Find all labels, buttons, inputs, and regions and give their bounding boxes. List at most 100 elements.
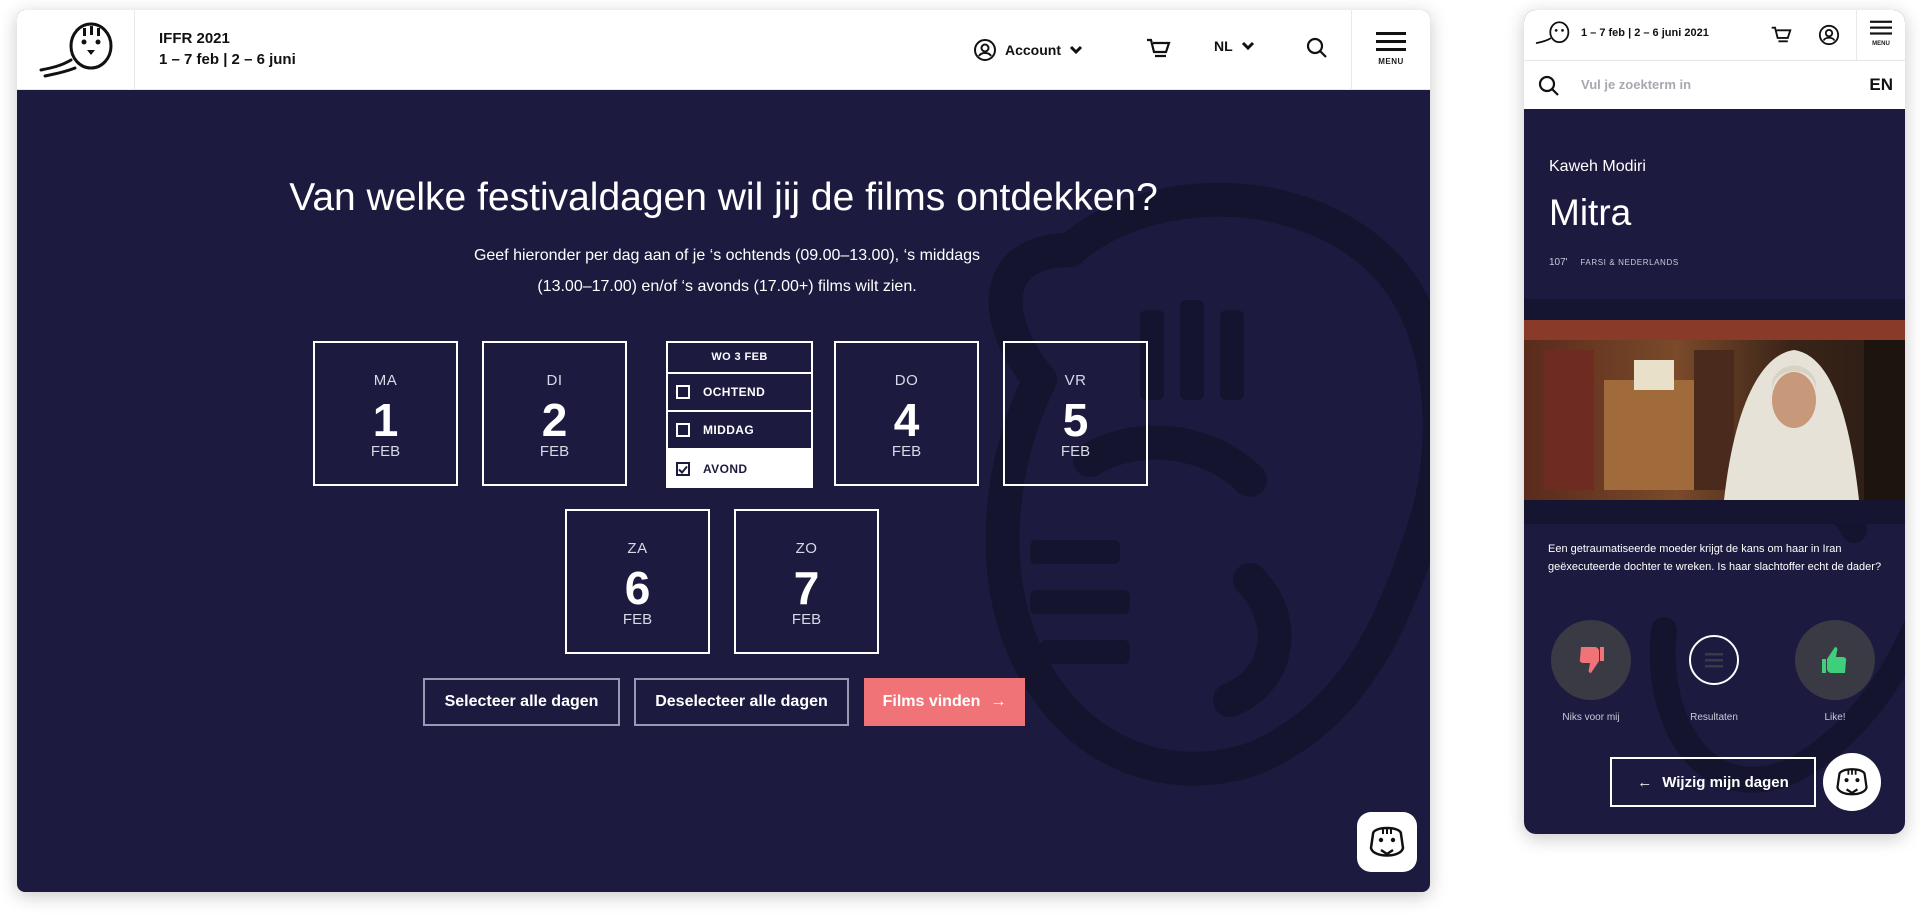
account-menu[interactable]: Account [973,38,1083,62]
day-month: FEB [791,611,822,628]
tiger-logo-icon [39,22,113,78]
day-month: FEB [891,443,922,460]
day-number: 6 [624,562,651,614]
mobile-screen: 1 – 7 feb | 2 – 6 juni 2021 MENU Vul je … [1524,10,1905,834]
page-subtitle: Geef hieronder per dag aan of je ‘s ocht… [377,240,1077,302]
day-tile-vr[interactable]: VR 5 FEB [1003,341,1148,486]
day-name: ZA [627,540,648,557]
results-button[interactable] [1674,620,1754,700]
user-icon [974,39,996,61]
day-header[interactable]: WO 3 FEB [668,343,811,374]
day-tile-zo[interactable]: ZO 7 FEB [734,509,879,654]
deselect-all-button[interactable]: Deselecteer alle dagen [634,678,849,726]
button-label: Selecteer alle dagen [444,693,599,710]
user-icon[interactable] [1818,24,1840,46]
day-month: FEB [370,443,401,460]
tiger-chat-button[interactable] [1357,812,1417,872]
day-number: 4 [893,394,920,446]
day-name: ZO [795,540,818,557]
tiger-face-icon [1369,826,1405,857]
slot-avond[interactable]: AVOND [668,450,811,488]
film-still-image [1524,320,1905,500]
day-month: FEB [622,611,653,628]
menu-button[interactable]: MENU [1856,10,1905,60]
day-month: FEB [1060,443,1091,460]
menu-label: MENU [1378,57,1404,66]
hamburger-icon [1870,20,1892,35]
top-navigation: IFFR 2021 1 – 7 feb | 2 – 6 juni Account… [17,10,1430,90]
iffr-logo[interactable] [17,10,135,89]
cart-button[interactable] [1145,37,1171,59]
select-all-button[interactable]: Selecteer alle dagen [423,678,620,726]
language-switch[interactable]: NL [1214,38,1255,54]
desktop-screen: IFFR 2021 1 – 7 feb | 2 – 6 juni Account… [17,10,1430,892]
like-button[interactable] [1795,620,1875,700]
film-description: Een getraumatiseerde moeder krijgt de ka… [1548,543,1882,573]
day-tile-wo-expanded: WO 3 FEB OCHTEND MIDDAG AVOND [666,341,813,488]
festival-dates: 1 – 7 feb | 2 – 6 juni [159,51,296,68]
film-director: Kaweh Modiri [1549,158,1646,175]
film-languages: FARSI & NEDERLANDS [1580,258,1679,267]
dislike-action[interactable]: Niks voor mij [1551,620,1631,723]
checkbox[interactable] [676,423,690,437]
button-label: Wijzig mijn dagen [1662,773,1789,791]
button-label: Deselecteer alle dagen [655,693,828,710]
slot-middag[interactable]: MIDDAG [668,412,811,450]
slot-ochtend[interactable]: OCHTEND [668,374,811,412]
cart-icon [1147,38,1171,58]
day-number: 2 [541,394,568,446]
language-label: NL [1214,38,1233,54]
hamburger-icon [1376,32,1406,51]
search-icon [1306,37,1327,58]
film-title: Mitra [1549,192,1632,233]
mobile-top-navigation: 1 – 7 feb | 2 – 6 juni 2021 MENU [1524,10,1905,61]
day-number: 1 [372,394,399,446]
festival-title: IFFR 2021 1 – 7 feb | 2 – 6 juni [159,28,296,70]
day-name: VR [1064,372,1087,389]
day-tile-ma[interactable]: MA 1 FEB [313,341,458,486]
film-duration: 107' [1549,257,1568,268]
day-name: MA [373,372,398,389]
slot-label: OCHTEND [703,385,766,399]
search-bar[interactable]: Vul je zoekterm in EN [1524,61,1905,109]
search-button[interactable] [1306,37,1328,59]
festival-dates: 1 – 7 feb | 2 – 6 juni 2021 [1581,27,1709,39]
language-switch[interactable]: EN [1869,75,1893,95]
slot-label: MIDDAG [703,423,755,437]
thumbs-up-icon [1822,647,1847,673]
day-number: 7 [793,562,820,614]
menu-label: MENU [1872,41,1890,47]
arrow-left-icon: ← [1637,773,1653,791]
find-films-button[interactable]: Films vinden → [864,678,1025,726]
check-icon [678,465,688,474]
search-input[interactable]: Vul je zoekterm in [1581,77,1691,92]
day-name: DO [894,372,919,389]
thumbs-down-icon [1579,647,1604,673]
checkbox[interactable] [676,385,690,399]
day-number: 5 [1062,394,1089,446]
checkbox-checked[interactable] [676,462,690,476]
results-action[interactable]: Resultaten [1674,620,1754,723]
festival-name: IFFR 2021 [159,30,230,47]
film-meta: 107' FARSI & NEDERLANDS [1549,257,1679,268]
account-label: Account [1005,42,1061,58]
change-days-button[interactable]: ← Wijzig mijn dagen [1610,757,1816,807]
tiger-chat-button[interactable] [1823,753,1881,811]
tiger-logo-icon[interactable] [1534,20,1572,48]
cart-icon[interactable] [1770,25,1792,44]
search-icon [1538,75,1559,96]
day-tile-do[interactable]: DO 4 FEB [834,341,979,486]
action-label: Resultaten [1690,712,1738,723]
day-tile-za[interactable]: ZA 6 FEB [565,509,710,654]
list-icon [1689,635,1739,685]
page-title: Van welke festivaldagen wil jij de films… [289,176,1158,219]
subtitle-line: (13.00–17.00) en/of ‘s avonds (17.00+) f… [537,278,917,295]
menu-button[interactable]: MENU [1351,10,1430,89]
dislike-button[interactable] [1551,620,1631,700]
like-action[interactable]: Like! [1795,620,1875,723]
chevron-down-icon [1069,45,1083,55]
action-label: Niks voor mij [1562,712,1620,723]
arrow-right-icon: → [990,693,1007,710]
day-tile-di[interactable]: DI 2 FEB [482,341,627,486]
day-month: FEB [539,443,570,460]
